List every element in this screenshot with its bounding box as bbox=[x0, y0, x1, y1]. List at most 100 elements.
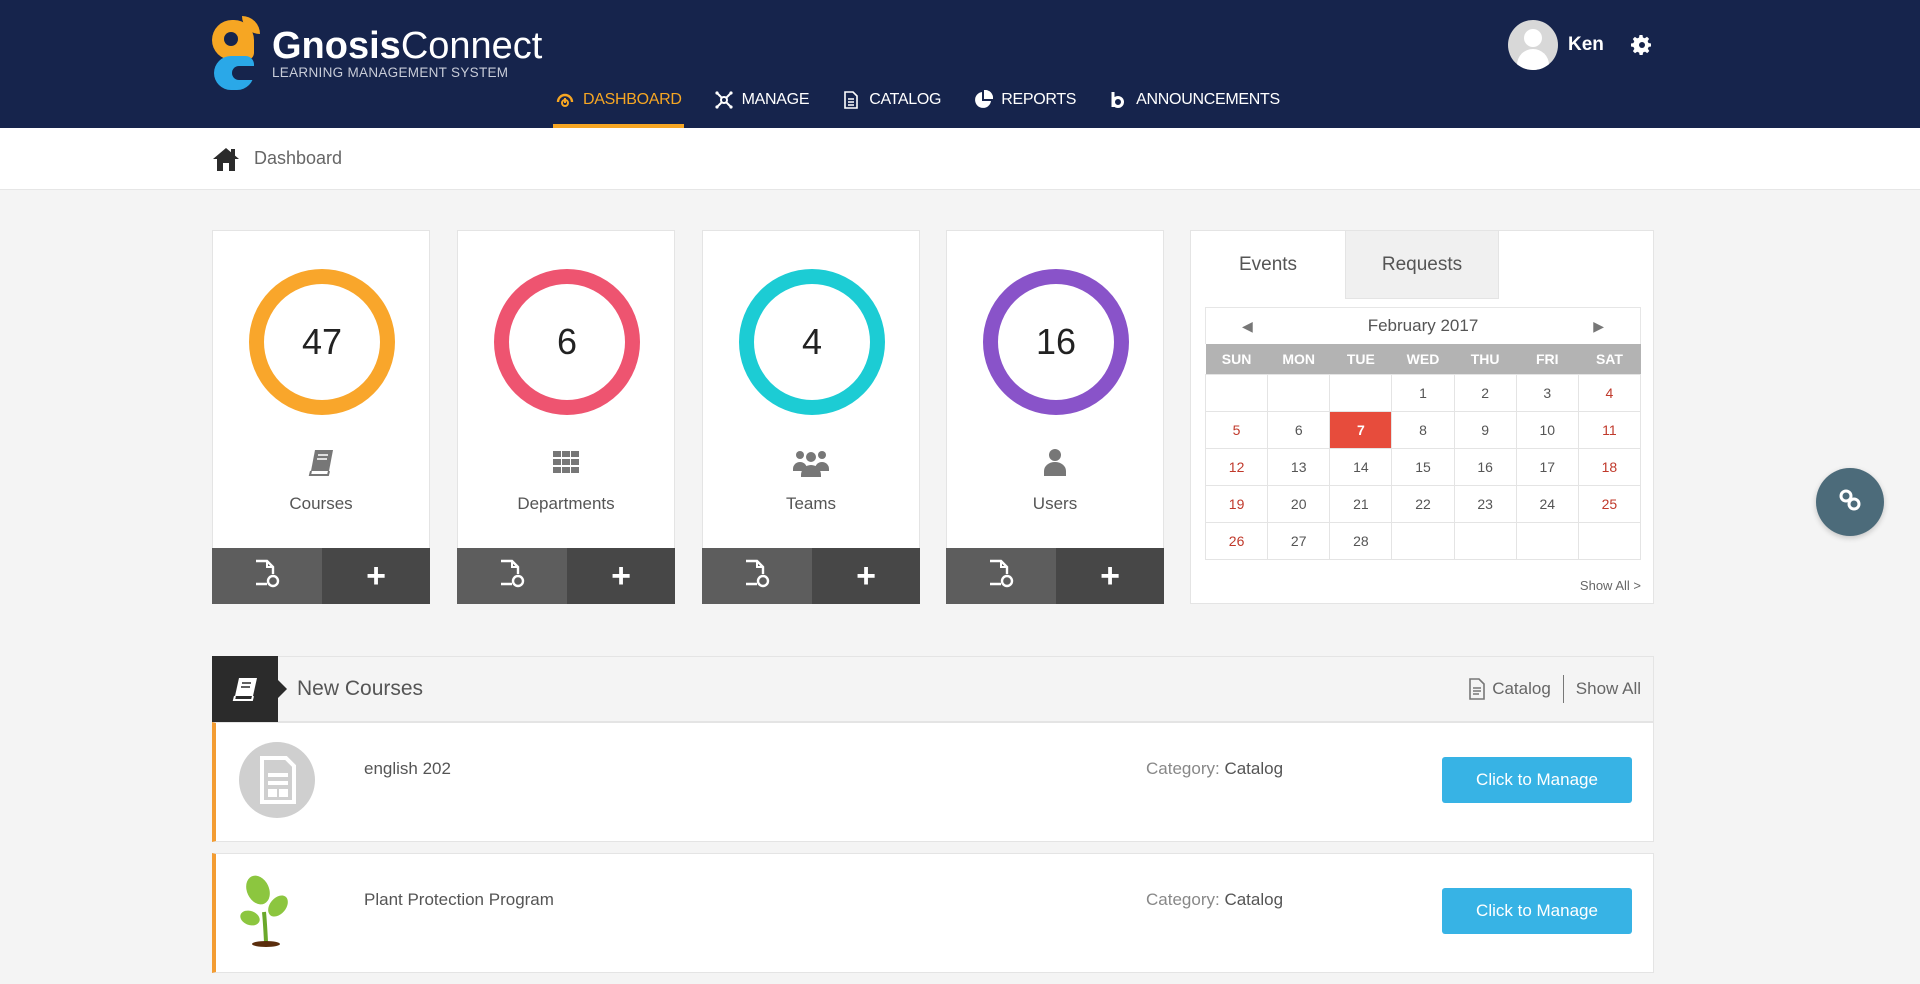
manage-teams-button[interactable] bbox=[702, 548, 812, 604]
calendar-day[interactable]: 26 bbox=[1204, 521, 1269, 560]
stat-card-courses: 47 Courses + bbox=[212, 230, 430, 604]
catalog-link[interactable]: Catalog bbox=[1468, 678, 1551, 700]
file-settings-icon bbox=[498, 559, 526, 594]
stat-ring: 4 bbox=[739, 269, 885, 415]
calendar-day[interactable]: 6 bbox=[1267, 410, 1331, 449]
calendar-day[interactable]: 19 bbox=[1204, 484, 1269, 523]
prev-month-button[interactable]: ◀ bbox=[1242, 318, 1253, 335]
calendar-day[interactable]: 20 bbox=[1267, 484, 1331, 523]
course-name[interactable]: english 202 bbox=[364, 759, 451, 779]
nav-label: ANNOUNCEMENTS bbox=[1136, 91, 1280, 108]
calendar-empty-cell bbox=[1391, 521, 1455, 560]
calendar-day[interactable]: 25 bbox=[1577, 484, 1642, 523]
calendar-day[interactable]: 17 bbox=[1515, 447, 1579, 486]
nav-reports[interactable]: REPORTS bbox=[971, 86, 1078, 128]
calendar-empty-cell bbox=[1329, 373, 1393, 412]
calendar-day[interactable]: 4 bbox=[1577, 373, 1642, 412]
manage-courses-button[interactable] bbox=[212, 548, 322, 604]
user-name[interactable]: Ken bbox=[1568, 34, 1604, 56]
show-all-events-link[interactable]: Show All > bbox=[1580, 578, 1641, 593]
tab-requests[interactable]: Requests bbox=[1345, 231, 1499, 299]
nav-label: CATALOG bbox=[869, 91, 942, 108]
add-course-button[interactable]: + bbox=[322, 548, 430, 604]
add-team-button[interactable]: + bbox=[812, 548, 920, 604]
calendar-week: 19 20 21 22 23 24 25 bbox=[1204, 484, 1642, 523]
link-floating-button[interactable] bbox=[1816, 468, 1884, 536]
app-logo[interactable]: GnosisConnect LEARNING MANAGEMENT SYSTEM bbox=[210, 16, 542, 90]
weekday-header: TUE bbox=[1329, 344, 1392, 374]
logo-mark-icon bbox=[210, 16, 264, 90]
calendar-grid: SUN MON TUE WED THU FRI SAT 1 2 3 4 5 6 7 8 9 10 11 12 13 1… bbox=[1204, 344, 1642, 560]
calendar-day[interactable]: 5 bbox=[1204, 410, 1269, 449]
events-calendar-widget: Events Requests ◀ February 2017 ▶ SUN MON… bbox=[1190, 230, 1654, 604]
calendar-day[interactable]: 16 bbox=[1453, 447, 1517, 486]
course-name[interactable]: Plant Protection Program bbox=[364, 890, 554, 910]
user-menu[interactable]: Ken bbox=[1508, 20, 1604, 70]
stat-card-users: 16 Users + bbox=[946, 230, 1164, 604]
plus-icon: + bbox=[611, 556, 631, 595]
section-title: New Courses bbox=[297, 677, 424, 700]
file-settings-icon bbox=[987, 559, 1015, 594]
nav-label: DASHBOARD bbox=[583, 91, 682, 108]
file-settings-icon bbox=[253, 559, 281, 594]
gear-icon[interactable] bbox=[1630, 33, 1654, 62]
brand-subtitle: LEARNING MANAGEMENT SYSTEM bbox=[272, 64, 509, 80]
nav-catalog[interactable]: CATALOG bbox=[839, 86, 943, 128]
file-settings-icon bbox=[743, 559, 771, 594]
nav-announcements[interactable]: ANNOUNCEMENTS bbox=[1106, 86, 1282, 128]
show-all-courses-link[interactable]: Show All bbox=[1576, 679, 1641, 699]
click-to-manage-button[interactable]: Click to Manage bbox=[1442, 757, 1632, 803]
manage-users-button[interactable] bbox=[946, 548, 1056, 604]
new-courses-header: New Courses Catalog Show All bbox=[212, 656, 1654, 722]
reports-icon bbox=[973, 89, 994, 110]
plant-thumbnail-icon bbox=[238, 872, 316, 950]
nav-manage[interactable]: MANAGE bbox=[712, 86, 812, 128]
stat-ring: 47 bbox=[249, 269, 395, 415]
tab-events[interactable]: Events bbox=[1191, 231, 1345, 299]
calendar-day[interactable]: 21 bbox=[1329, 484, 1393, 523]
manage-departments-button[interactable] bbox=[457, 548, 567, 604]
calendar-day[interactable]: 15 bbox=[1391, 447, 1455, 486]
calendar-empty-cell bbox=[1204, 373, 1269, 412]
calendar-day[interactable]: 7 bbox=[1329, 410, 1393, 449]
calendar-day[interactable]: 10 bbox=[1515, 410, 1579, 449]
calendar-day[interactable]: 9 bbox=[1453, 410, 1517, 449]
click-to-manage-button[interactable]: Click to Manage bbox=[1442, 888, 1632, 934]
add-department-button[interactable]: + bbox=[567, 548, 675, 604]
calendar-day[interactable]: 3 bbox=[1515, 373, 1579, 412]
nav-dashboard[interactable]: DASHBOARD bbox=[553, 86, 684, 128]
next-month-button[interactable]: ▶ bbox=[1593, 318, 1604, 335]
calendar-day[interactable]: 2 bbox=[1453, 373, 1517, 412]
calendar-day[interactable]: 14 bbox=[1329, 447, 1393, 486]
calendar-week: 26 27 28 bbox=[1204, 521, 1642, 560]
calendar: ◀ February 2017 ▶ SUN MON TUE WED THU FRI SAT … bbox=[1204, 307, 1642, 560]
calendar-empty-cell bbox=[1453, 521, 1517, 560]
calendar-day[interactable]: 8 bbox=[1391, 410, 1455, 449]
calendar-day[interactable]: 18 bbox=[1577, 447, 1642, 486]
calendar-day[interactable]: 13 bbox=[1267, 447, 1331, 486]
calendar-day[interactable]: 28 bbox=[1329, 521, 1393, 560]
calendar-day[interactable]: 12 bbox=[1204, 447, 1269, 486]
dashboard-icon bbox=[555, 90, 575, 110]
calendar-day[interactable]: 1 bbox=[1391, 373, 1455, 412]
add-user-button[interactable]: + bbox=[1056, 548, 1164, 604]
user-icon bbox=[947, 447, 1163, 482]
stat-value: 6 bbox=[556, 321, 578, 362]
calendar-day[interactable]: 27 bbox=[1267, 521, 1331, 560]
stat-label: Teams bbox=[785, 494, 837, 513]
calendar-empty-cell bbox=[1267, 373, 1331, 412]
document-icon bbox=[1468, 678, 1486, 700]
weekday-header: WED bbox=[1391, 344, 1455, 374]
calendar-day[interactable]: 24 bbox=[1515, 484, 1579, 523]
calendar-week: 12 13 14 15 16 17 18 bbox=[1204, 447, 1642, 486]
stat-value: 47 bbox=[301, 321, 343, 362]
nav-label: MANAGE bbox=[741, 91, 810, 108]
breadcrumb: Dashboard bbox=[0, 128, 1920, 190]
calendar-month: February 2017 bbox=[1367, 316, 1479, 335]
home-icon[interactable] bbox=[212, 146, 240, 172]
calendar-day[interactable]: 23 bbox=[1453, 484, 1517, 523]
stat-card-departments: 6 Departments + bbox=[457, 230, 675, 604]
calendar-day[interactable]: 22 bbox=[1391, 484, 1455, 523]
avatar[interactable] bbox=[1508, 20, 1558, 70]
calendar-day[interactable]: 11 bbox=[1577, 410, 1642, 449]
